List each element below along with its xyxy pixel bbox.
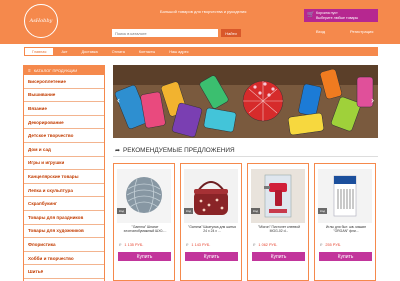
product-image[interactable] [318, 169, 372, 223]
main-nav: Главная Акт Доставка Оплата Контакты Наш… [24, 47, 378, 56]
product-name[interactable]: "Micron" Пистолет клеевой MGG-02 d... [253, 225, 305, 234]
login-link[interactable]: Вход [316, 29, 325, 34]
site-header: AsHobby Большой товаров для творчества и… [0, 0, 400, 44]
section-title: РЕКОМЕНДУЕМЫЕ ПРЕДЛОЖЕНИЯ [123, 147, 235, 154]
cart-hint: Выберите любые товары [316, 16, 359, 20]
section-title-wrapper: ➦ РЕКОМЕНДУЕМЫЕ ПРЕДЛОЖЕНИЯ [115, 147, 235, 154]
banner-prev-arrow-icon[interactable]: ‹ [114, 95, 123, 106]
site-logo[interactable]: AsHobby [24, 4, 58, 38]
nav-item-delivery[interactable]: Доставка [74, 47, 104, 56]
hero-banner[interactable]: ‹ › [113, 65, 378, 138]
search-button[interactable]: Найти [221, 29, 241, 37]
ruble-icon: ₽ [253, 243, 256, 247]
product-card[interactable]: Код "Micron" Пистолет клеевой MGG-02 d..… [247, 163, 309, 281]
catalog-header: ≡ КАТАЛОГ ПРОДУКЦИИ [24, 66, 104, 75]
cart-status: Корзина пуст [316, 11, 338, 15]
category-link[interactable]: Бисероплетение [24, 75, 104, 89]
category-link[interactable]: Канцелярские товары [24, 170, 104, 184]
search-input[interactable] [112, 29, 218, 37]
product-price: ₽255 РУБ. [320, 242, 341, 247]
nav-item-address[interactable]: Наш адрес [162, 47, 195, 56]
buy-button[interactable]: Купить [185, 252, 238, 261]
product-image[interactable] [251, 169, 305, 223]
buy-button[interactable]: Купить [319, 252, 372, 261]
cart-widget[interactable]: 🛒 Корзина пуст Выберите любые товары [304, 9, 378, 22]
banner-next-arrow-icon[interactable]: › [368, 95, 377, 106]
category-link[interactable]: Дом и сад [24, 143, 104, 157]
product-price: ₽1 062 РУБ. [253, 242, 277, 247]
catalog-sidebar: ≡ КАТАЛОГ ПРОДУКЦИИ Бисероплетение Вышив… [23, 65, 105, 281]
category-link[interactable]: Лепка и скульптура [24, 184, 104, 198]
product-code: Код [117, 208, 127, 214]
share-arrow-icon: ➦ [115, 148, 121, 154]
glue-gun-image [251, 169, 305, 223]
product-card[interactable]: Код "Gamma" Шкатулка для шитья 24 х 24 х… [180, 163, 242, 281]
product-image[interactable] [184, 169, 238, 223]
product-name[interactable]: "Gamma" Шпагат хлопчатобумажный ШХ0-... [119, 225, 171, 234]
category-link[interactable]: Игры и игрушки [24, 157, 104, 171]
category-link[interactable]: Вышивание [24, 89, 104, 103]
category-link[interactable]: Вязание [24, 102, 104, 116]
product-image[interactable] [117, 169, 171, 223]
product-price-value: 1 135 РУБ. [124, 243, 144, 247]
ruble-icon: ₽ [119, 243, 122, 247]
banner-image [113, 65, 378, 138]
category-link[interactable]: Товары для художников [24, 225, 104, 239]
nav-item-contacts[interactable]: Контакты [132, 47, 162, 56]
nav-item-promo[interactable]: Акт [54, 47, 74, 56]
product-code: Код [318, 208, 328, 214]
category-link[interactable]: Декорирование [24, 116, 104, 130]
product-price-value: 1 143 РУБ. [191, 243, 211, 247]
product-name[interactable]: Иглы для быт. шв. машин "ORGAN" фли... [320, 225, 372, 234]
logo-text: AsHobby [29, 18, 53, 24]
needles-pack-image [318, 169, 372, 223]
product-code: Код [184, 208, 194, 214]
category-link[interactable]: Шитьё [24, 265, 104, 279]
ruble-icon: ₽ [320, 243, 323, 247]
ruble-icon: ₽ [186, 243, 189, 247]
nav-item-payment[interactable]: Оплата [105, 47, 132, 56]
buy-button[interactable]: Купить [118, 252, 171, 261]
nav-item-home[interactable]: Главная [24, 47, 55, 56]
cart-icon: 🛒 [307, 12, 315, 18]
twine-ball-image [117, 169, 171, 223]
category-link[interactable]: Товары для праздников [24, 211, 104, 225]
product-code: Код [251, 208, 261, 214]
register-link[interactable]: Регистрация [350, 29, 373, 34]
sewing-basket-image [184, 169, 238, 223]
product-card[interactable]: Код Иглы для быт. шв. машин "ORGAN" фли.… [314, 163, 376, 281]
category-link[interactable]: Детское творчество [24, 129, 104, 143]
product-name[interactable]: "Gamma" Шкатулка для шитья 24 х 24 х ... [186, 225, 238, 234]
tagline: Большой товаров для творчества и рукодел… [160, 9, 247, 14]
category-link[interactable]: Скрапбукинг [24, 197, 104, 211]
menu-icon: ≡ [28, 68, 31, 73]
section-divider [113, 156, 378, 157]
product-card[interactable]: Код "Gamma" Шпагат хлопчатобумажный ШХ0-… [113, 163, 175, 281]
catalog-title: КАТАЛОГ ПРОДУКЦИИ [33, 68, 78, 73]
category-link[interactable]: Флористика [24, 238, 104, 252]
product-price: ₽1 135 РУБ. [119, 242, 143, 247]
product-price: ₽1 143 РУБ. [186, 242, 210, 247]
buy-button[interactable]: Купить [252, 252, 305, 261]
category-link[interactable]: Хобби и творчество [24, 252, 104, 266]
product-price-value: 255 РУБ. [325, 243, 342, 247]
product-price-value: 1 062 РУБ. [258, 243, 278, 247]
